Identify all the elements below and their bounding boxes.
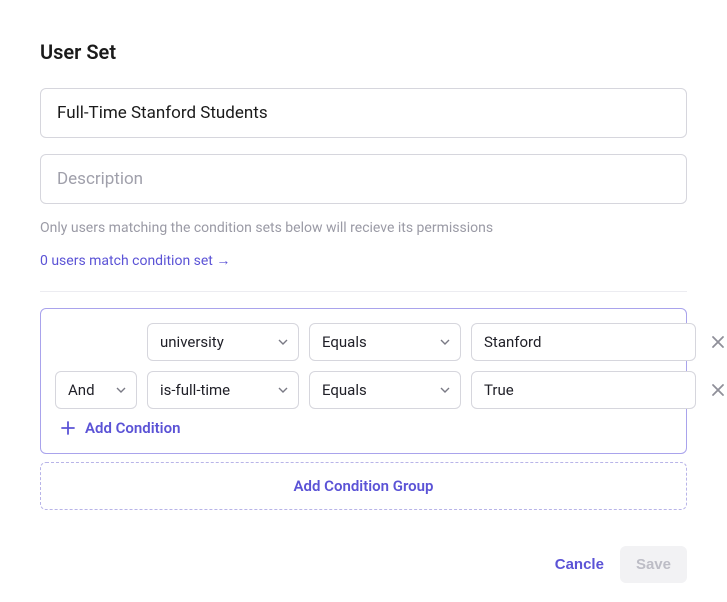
logic-value: And	[68, 381, 95, 399]
operator-select[interactable]: Equals	[309, 323, 461, 361]
close-icon	[711, 335, 725, 349]
condition-row: And is-full-time Equals	[55, 371, 672, 409]
attribute-select[interactable]: is-full-time	[147, 371, 299, 409]
divider	[40, 291, 687, 292]
condition-row: university Equals	[55, 323, 672, 361]
name-input[interactable]	[40, 88, 687, 138]
attribute-value: university	[160, 333, 224, 351]
chevron-down-icon	[440, 385, 450, 395]
attribute-select[interactable]: university	[147, 323, 299, 361]
add-condition-button[interactable]: Add Condition	[55, 419, 672, 437]
value-input[interactable]	[471, 323, 696, 361]
footer: Cancle Save	[40, 546, 687, 583]
close-icon	[711, 383, 725, 397]
logic-select[interactable]: And	[55, 371, 137, 409]
remove-condition-button[interactable]	[706, 330, 727, 354]
add-condition-label: Add Condition	[85, 419, 180, 437]
chevron-down-icon	[116, 385, 126, 395]
chevron-down-icon	[278, 385, 288, 395]
condition-group: university Equals And is-full-time Equal…	[40, 308, 687, 454]
operator-value: Equals	[322, 333, 367, 351]
operator-select[interactable]: Equals	[309, 371, 461, 409]
value-input[interactable]	[471, 371, 696, 409]
attribute-value: is-full-time	[160, 381, 230, 399]
helper-text: Only users matching the condition sets b…	[40, 220, 687, 236]
chevron-down-icon	[440, 337, 450, 347]
remove-condition-button[interactable]	[706, 378, 727, 402]
plus-icon	[61, 421, 75, 435]
match-count-link[interactable]: 0 users match condition set →	[40, 252, 230, 269]
add-condition-group-button[interactable]: Add Condition Group	[40, 462, 687, 510]
cancel-button[interactable]: Cancle	[555, 556, 604, 573]
add-condition-group-label: Add Condition Group	[294, 477, 434, 495]
save-button[interactable]: Save	[620, 546, 687, 583]
chevron-down-icon	[278, 337, 288, 347]
description-input[interactable]	[40, 154, 687, 204]
page-title: User Set	[40, 40, 687, 64]
operator-value: Equals	[322, 381, 367, 399]
